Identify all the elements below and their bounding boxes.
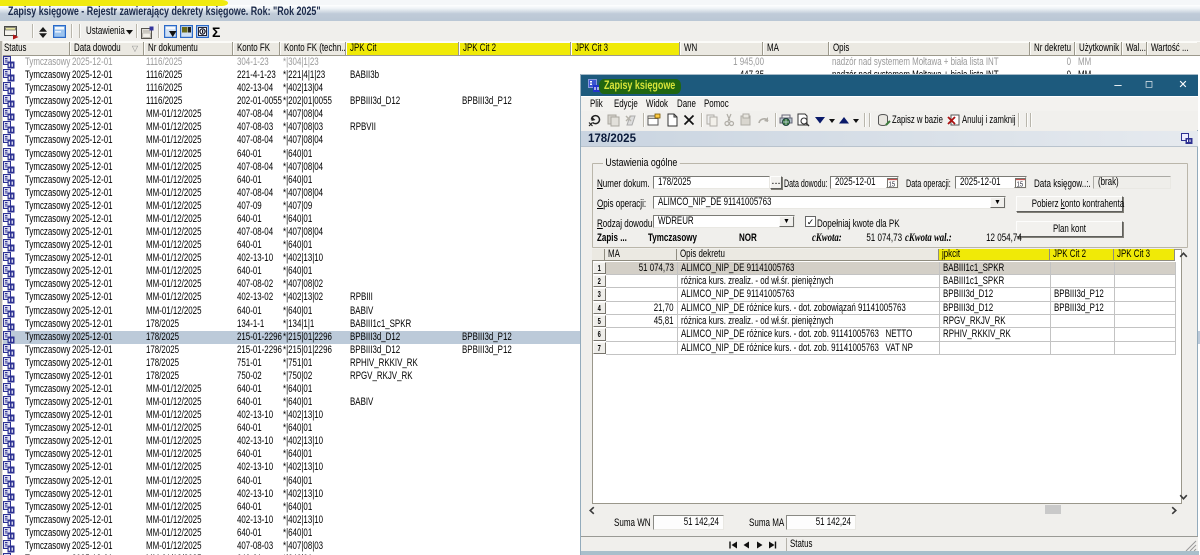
svg-text:15: 15 xyxy=(1017,181,1024,188)
svg-text:15: 15 xyxy=(889,181,896,188)
